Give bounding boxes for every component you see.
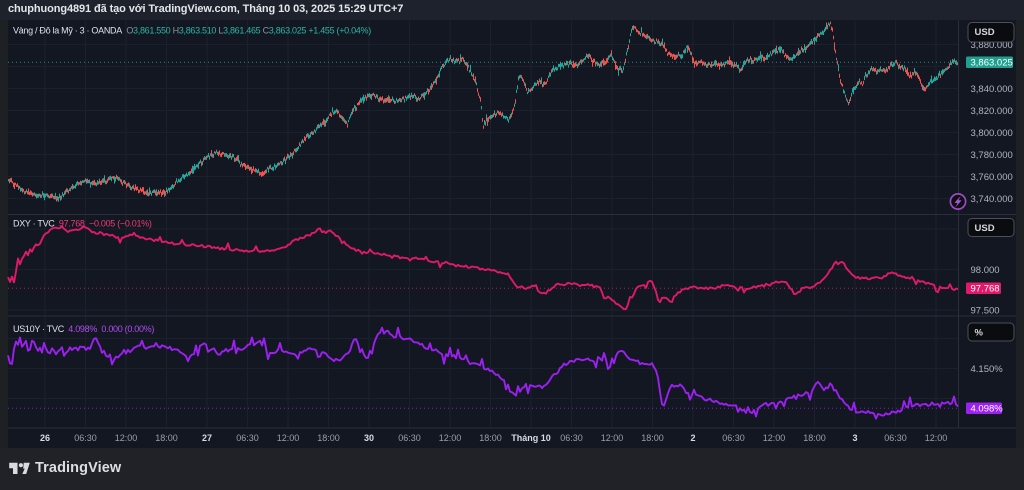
svg-text:26: 26 [40, 433, 50, 443]
svg-text:4.098%: 4.098% [971, 403, 1004, 414]
svg-text:USD: USD [975, 26, 995, 37]
svg-text:18:00: 18:00 [155, 433, 178, 443]
svg-text:12:00: 12:00 [115, 433, 138, 443]
svg-text:06:30: 06:30 [398, 433, 421, 443]
svg-text:06:30: 06:30 [236, 433, 259, 443]
svg-text:Vàng / Đô la Mỹ · 3 · OANDA O: Vàng / Đô la Mỹ · 3 · OANDA O3,861.550 H… [13, 25, 371, 35]
svg-text:12:00: 12:00 [277, 433, 300, 443]
svg-text:98.000: 98.000 [971, 264, 1000, 275]
svg-text:18:00: 18:00 [317, 433, 340, 443]
svg-text:4.150%: 4.150% [971, 363, 1004, 374]
svg-text:3,780.000: 3,780.000 [971, 149, 1013, 160]
svg-text:30: 30 [364, 433, 374, 443]
svg-text:12:00: 12:00 [601, 433, 624, 443]
svg-text:97.500: 97.500 [971, 305, 1000, 316]
svg-text:97.768: 97.768 [971, 283, 1000, 294]
svg-text:27: 27 [202, 433, 212, 443]
svg-text:3,740.000: 3,740.000 [971, 193, 1013, 204]
svg-text:06:30: 06:30 [722, 433, 745, 443]
svg-text:3,800.000: 3,800.000 [971, 127, 1013, 138]
svg-text:USD: USD [975, 222, 995, 233]
svg-text:12:00: 12:00 [763, 433, 786, 443]
svg-text:3,760.000: 3,760.000 [971, 171, 1013, 182]
svg-text:06:30: 06:30 [884, 433, 907, 443]
svg-text:12:00: 12:00 [439, 433, 462, 443]
svg-text:US10Y · TVC 4.098% 0.000 (0.: US10Y · TVC 4.098% 0.000 (0.00%) [13, 324, 154, 334]
svg-text:3,840.000: 3,840.000 [971, 83, 1013, 94]
svg-text:06:30: 06:30 [74, 433, 97, 443]
svg-text:Tháng 10: Tháng 10 [511, 433, 551, 443]
svg-text:3: 3 [852, 433, 857, 443]
svg-text:06:30: 06:30 [560, 433, 583, 443]
svg-text:18:00: 18:00 [479, 433, 502, 443]
svg-text:%: % [975, 327, 984, 338]
svg-text:18:00: 18:00 [803, 433, 826, 443]
svg-text:DXY · TVC 97.768 −0.005 (−0.: DXY · TVC 97.768 −0.005 (−0.01%) [13, 218, 152, 228]
svg-text:18:00: 18:00 [641, 433, 664, 443]
svg-text:2: 2 [690, 433, 695, 443]
svg-text:12:00: 12:00 [925, 433, 948, 443]
svg-text:3,863.025: 3,863.025 [971, 57, 1013, 68]
svg-text:3,820.000: 3,820.000 [971, 105, 1013, 116]
